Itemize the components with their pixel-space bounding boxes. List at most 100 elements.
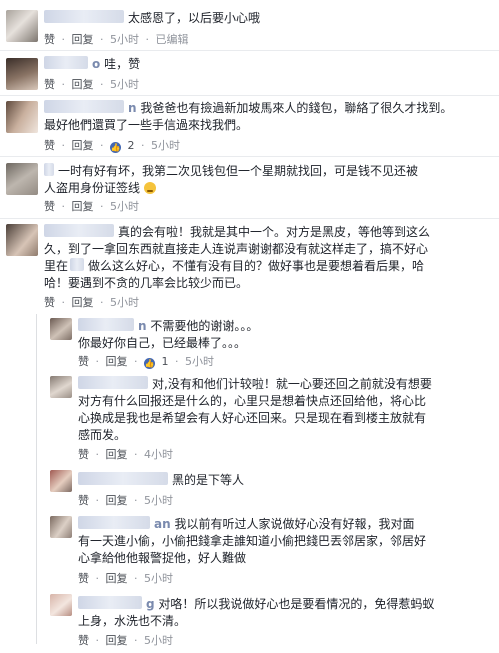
timestamp[interactable]: 5小时: [185, 355, 214, 368]
reply-button[interactable]: 回复: [106, 355, 128, 368]
commenter-name[interactable]: [44, 10, 124, 23]
commenter-name[interactable]: [78, 596, 142, 609]
reply-actions: 赞 · 回复 · 5小时: [78, 572, 176, 586]
commenter-name[interactable]: [78, 376, 148, 389]
separator-dot: ·: [100, 33, 104, 46]
like-button[interactable]: 赞: [44, 200, 55, 213]
like-button[interactable]: 赞: [78, 448, 89, 461]
commenter-name[interactable]: [44, 56, 88, 69]
like-button[interactable]: 赞: [44, 139, 55, 152]
like-count-icon: 👍: [144, 358, 155, 369]
separator-dot: ·: [95, 448, 100, 461]
like-count[interactable]: 2: [128, 139, 135, 152]
timestamp[interactable]: 5小时: [144, 634, 173, 647]
like-button[interactable]: 赞: [78, 494, 89, 507]
like-button[interactable]: 赞: [44, 78, 55, 91]
divider: [0, 50, 499, 51]
sad-face-emoji-icon: [143, 182, 156, 194]
separator-dot: ·: [100, 200, 104, 213]
timestamp[interactable]: 5小时: [110, 296, 139, 309]
comment-actions: 赞 · 回复 · 👍 2 · 5小时: [44, 139, 183, 153]
commenter-name[interactable]: [44, 100, 124, 113]
timestamp[interactable]: 4小时: [144, 448, 173, 461]
reply-button[interactable]: 回复: [106, 634, 128, 647]
edited-label[interactable]: 已编辑: [156, 33, 189, 46]
avatar[interactable]: [6, 163, 38, 195]
comment-text-line: 里在 做么这么好心，不懂有没有目的？做好事也是要想着看后果，哈: [44, 258, 425, 273]
reply-text: g 对咯！所以我说做好心也是要看情况的，免得惹蚂蚁: [78, 596, 434, 613]
reply-button[interactable]: 回复: [72, 78, 94, 91]
like-button[interactable]: 赞: [78, 634, 89, 647]
redacted-text: [70, 258, 85, 271]
avatar[interactable]: [50, 470, 72, 492]
separator-dot: ·: [134, 634, 138, 647]
avatar[interactable]: [50, 318, 72, 340]
timestamp[interactable]: 5小时: [144, 494, 173, 507]
comment-text: 太感恩了，以后要小心哦: [44, 10, 260, 27]
comment-text: 一时有好有坏，我第二次见钱包但一个星期就找回，可是钱不见还被: [44, 163, 418, 180]
reply-button[interactable]: 回复: [106, 494, 128, 507]
commenter-name[interactable]: [78, 472, 168, 485]
reply-button[interactable]: 回复: [72, 33, 94, 46]
comment-text-line: 久，到了一拿回东西就直接走人连说声谢谢都没有就这样走了，搞不好心: [44, 242, 429, 256]
avatar[interactable]: [6, 58, 38, 90]
reply-thread-line: [36, 314, 37, 644]
reply-button[interactable]: 回复: [72, 139, 94, 152]
comment-text-line: 人盗用身份证签线: [44, 180, 156, 197]
separator-dot: ·: [61, 200, 66, 213]
reply-text-line: 你最好你自己，已经最棒了。。。: [78, 336, 247, 350]
separator-dot: ·: [95, 634, 100, 647]
reply-text: n 不需要他的谢谢。。。: [78, 318, 258, 335]
timestamp[interactable]: 5小时: [110, 78, 139, 91]
separator-dot: ·: [141, 139, 145, 152]
comment-text: 真的会有啦！我就是其中一个。对方是黑皮，等他等到这么: [44, 224, 430, 241]
separator-dot: ·: [134, 494, 138, 507]
separator-dot: ·: [100, 78, 104, 91]
like-count[interactable]: 1: [162, 355, 169, 368]
timestamp[interactable]: 5小时: [110, 33, 139, 46]
reply-text-line: 对方有什么回报还是什么的，心里只是想着快点还回给他，将心比: [78, 394, 427, 408]
commenter-name[interactable]: [44, 163, 54, 176]
timestamp[interactable]: 5小时: [144, 572, 173, 585]
commenter-name[interactable]: [78, 516, 150, 529]
reply-button[interactable]: 回复: [106, 448, 128, 461]
avatar[interactable]: [50, 516, 72, 538]
reply-text-line: 上身，水洗也不清。: [78, 614, 187, 628]
separator-dot: ·: [100, 139, 104, 152]
comment-thread: 太感恩了，以后要小心哦 赞 · 回复 · 5小时 · 已编辑 o 哇，赞 赞 ·…: [0, 0, 499, 653]
reply-button[interactable]: 回复: [72, 200, 94, 213]
avatar[interactable]: [50, 594, 72, 616]
separator-dot: ·: [61, 296, 66, 309]
avatar[interactable]: [6, 224, 38, 256]
separator-dot: ·: [134, 572, 138, 585]
timestamp[interactable]: 5小时: [110, 200, 139, 213]
divider: [0, 156, 499, 157]
reply-button[interactable]: 回复: [106, 572, 128, 585]
like-button[interactable]: 赞: [78, 572, 89, 585]
like-button[interactable]: 赞: [44, 33, 55, 46]
timestamp[interactable]: 5小时: [151, 139, 180, 152]
comment-actions: 赞 · 回复 · 5小时: [44, 78, 142, 92]
divider: [0, 218, 499, 219]
separator-dot: ·: [134, 448, 138, 461]
separator-dot: ·: [61, 33, 66, 46]
commenter-name[interactable]: [78, 318, 134, 331]
reply-text: an 我以前有听过人家说做好心没有好報，我对面: [78, 516, 414, 533]
comment-actions: 赞 · 回复 · 5小时: [44, 296, 142, 310]
commenter-name[interactable]: [44, 224, 114, 237]
reply-actions: 赞 · 回复 · 5小时: [78, 494, 176, 508]
reply-text: 对,没有和他们计较啦！就一心要还回之前就没有想要: [78, 376, 432, 393]
separator-dot: ·: [61, 78, 66, 91]
divider: [0, 95, 499, 96]
avatar[interactable]: [6, 101, 38, 133]
reply-text-line: 心换成是我也是希望会有人好心还回来。只是现在看到楼主放就有: [78, 411, 427, 425]
reply-actions: 赞 · 回复 · 5小时: [78, 634, 176, 648]
avatar[interactable]: [6, 10, 38, 42]
reply-actions: 赞 · 回复 · 4小时: [78, 448, 176, 462]
like-button[interactable]: 赞: [44, 296, 55, 309]
reply-button[interactable]: 回复: [72, 296, 94, 309]
like-button[interactable]: 赞: [78, 355, 89, 368]
reply-text-line: 心拿給他他報警捉他，好人難做: [78, 551, 247, 565]
comment-text-line: 哈！要遇到不贪的几率会比较少而已。: [44, 276, 249, 290]
avatar[interactable]: [50, 376, 72, 398]
